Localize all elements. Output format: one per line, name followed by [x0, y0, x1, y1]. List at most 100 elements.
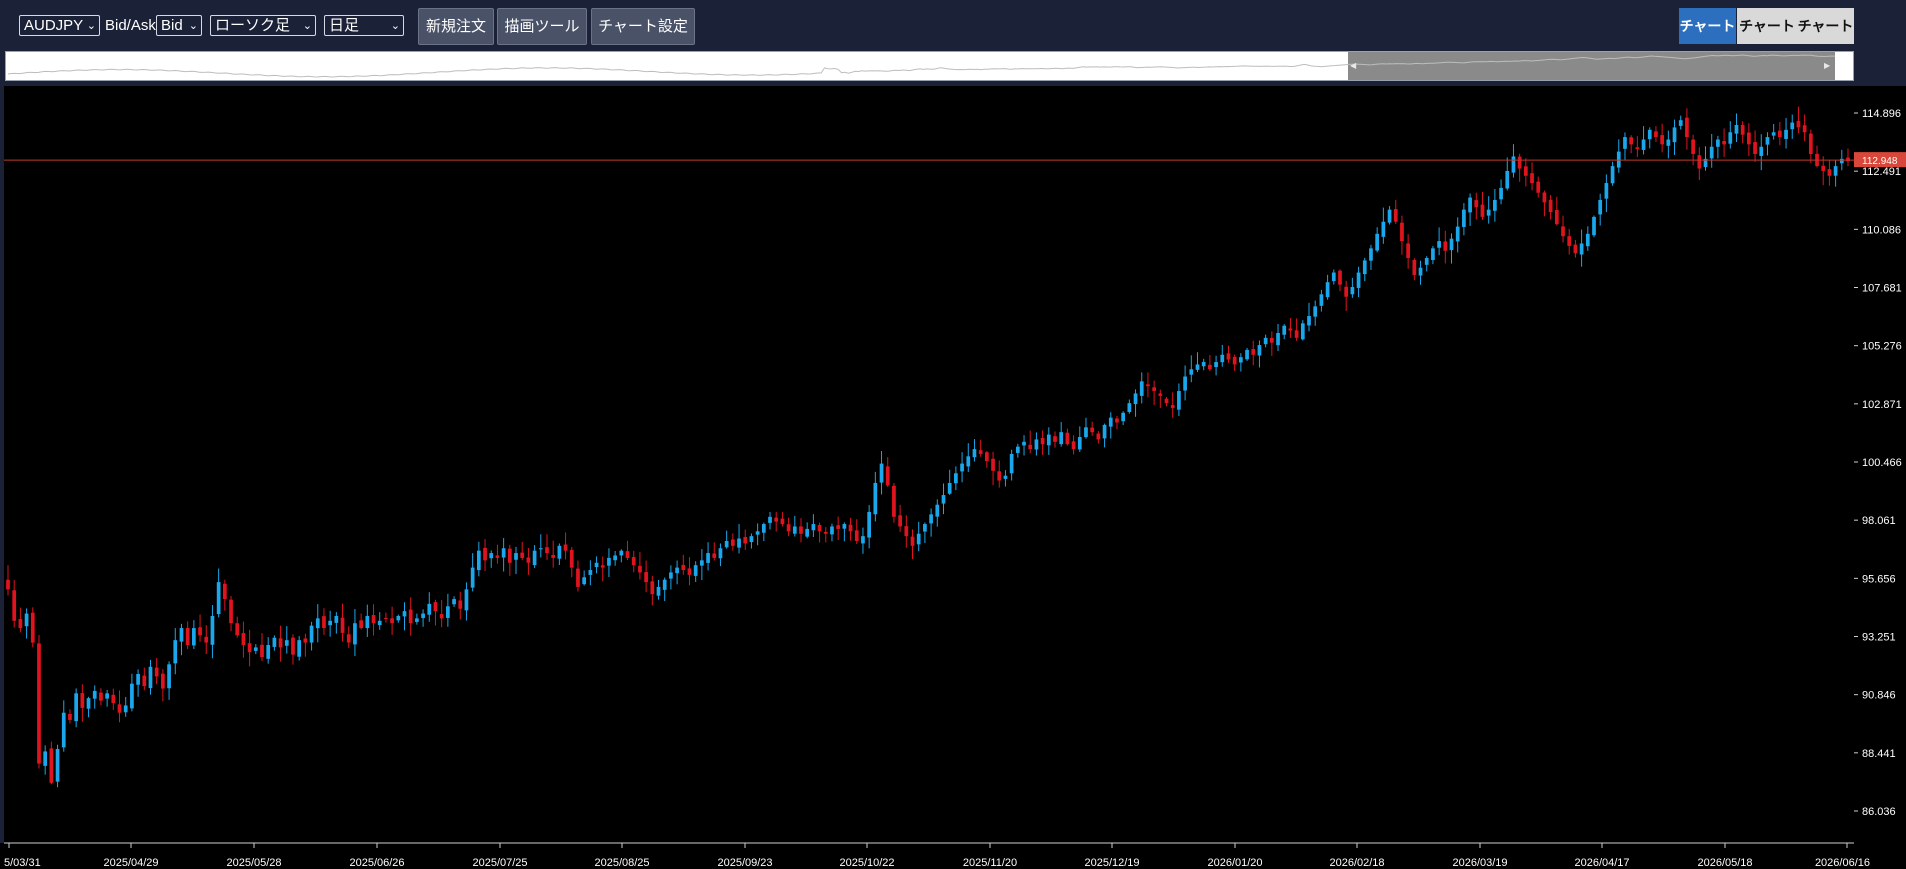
candle-body — [1592, 216, 1596, 236]
navigator-overview-line — [7, 54, 1835, 78]
candle-body — [718, 548, 723, 559]
candle-body — [92, 690, 97, 699]
candle-body — [371, 615, 376, 624]
tab-chart-2[interactable]: チャート2 — [1737, 8, 1797, 70]
candle-body — [470, 567, 475, 588]
candle-body — [1263, 337, 1268, 345]
candle-body — [1245, 349, 1249, 360]
new-order-button[interactable]: 新規注文 — [418, 8, 494, 45]
candle-body — [916, 533, 921, 545]
candle-body — [1610, 166, 1615, 184]
x-tick-label: 2026/02/18 — [1329, 857, 1384, 869]
candle-body — [823, 531, 828, 534]
candlestick-chart-svg[interactable]: 114.896 112.491 110.086 107.681 105.276 102.8… — [0, 86, 1906, 869]
candle-body — [1350, 287, 1355, 295]
drawing-tools-button[interactable]: 描画ツール — [497, 8, 587, 45]
x-tick-label: 5/03/31 — [4, 857, 41, 869]
candle-body — [1232, 356, 1237, 365]
candle-body — [1077, 436, 1082, 450]
candle-body — [322, 616, 326, 629]
candle-body — [1666, 139, 1671, 146]
candle-body — [111, 694, 116, 704]
candle-body — [1685, 117, 1689, 138]
candle-body — [1294, 330, 1299, 338]
chart-navigator[interactable]: ◀ ▶ — [5, 51, 1854, 81]
candle-body — [1325, 282, 1330, 298]
candle-body — [272, 637, 277, 647]
candle-body — [607, 557, 611, 566]
candle-body — [1170, 405, 1175, 408]
candle-body — [458, 600, 463, 609]
candle-body — [1208, 364, 1212, 370]
candle-body — [885, 466, 890, 486]
candle-body — [1300, 323, 1305, 340]
candle-body — [1115, 418, 1119, 423]
candle-body — [1505, 170, 1510, 189]
candle-body — [619, 550, 624, 556]
candle-body — [613, 555, 617, 561]
toolbar: AUDJPY ⌄ Bid/Ask Bid ⌄ ローソク足 ⌄ 日足 ⌄ 新規注文… — [0, 0, 1906, 70]
tab-chart-1[interactable]: チャート1 — [1679, 8, 1736, 70]
candle-body — [1709, 146, 1714, 159]
candle-body — [1623, 137, 1627, 149]
price-label: Bid/Ask — [105, 17, 156, 34]
candle-body — [1493, 199, 1497, 211]
candle-body — [1808, 133, 1813, 155]
candle-body — [1616, 151, 1621, 168]
candle-body — [1511, 156, 1516, 173]
candle-body — [1009, 453, 1014, 474]
candle-body — [879, 463, 884, 483]
candle-body — [1251, 349, 1256, 355]
candle-body — [1548, 199, 1553, 213]
price-side-select[interactable]: Bid ⌄ — [156, 15, 202, 36]
candle-body — [1449, 238, 1454, 251]
triangle-left-icon[interactable]: ◀ — [1350, 61, 1356, 70]
candle-body — [421, 613, 425, 619]
candle-body — [954, 473, 958, 484]
candle-body — [353, 623, 357, 645]
candle-body — [638, 565, 642, 573]
candle-body — [483, 547, 487, 561]
candle-body — [817, 524, 822, 532]
candle-body — [99, 692, 103, 701]
candle-body — [1387, 209, 1392, 223]
timeframe-select[interactable]: 日足 ⌄ — [324, 15, 404, 36]
candle-body — [1090, 427, 1095, 433]
candle-body — [1697, 155, 1702, 169]
candle-body — [693, 565, 698, 576]
candle-body — [68, 713, 72, 720]
chart-settings-button[interactable]: チャート設定 — [591, 8, 695, 45]
candle-body — [1641, 139, 1646, 150]
candle-body — [1226, 353, 1231, 360]
triangle-right-icon[interactable]: ▶ — [1824, 61, 1830, 70]
tab-chart-3[interactable]: チャート3 — [1797, 8, 1854, 70]
candle-body — [222, 583, 227, 600]
candle-body — [402, 611, 407, 617]
chevron-down-icon: ⌄ — [86, 20, 96, 32]
candle-body — [136, 674, 140, 685]
symbol-select[interactable]: AUDJPY ⌄ — [19, 15, 100, 36]
candle-body — [799, 526, 803, 534]
candle-body — [253, 647, 258, 651]
candle-body — [204, 636, 209, 643]
candle-body — [291, 637, 295, 655]
y-tick-label: 105.276 — [1862, 341, 1902, 353]
candle-body — [1046, 434, 1051, 446]
candle-body — [892, 485, 896, 517]
candle-body — [1406, 243, 1410, 259]
price-chart[interactable]: 114.896 112.491 110.086 107.681 105.276 102.8… — [0, 86, 1906, 869]
candle-body — [80, 693, 85, 708]
candle-body — [625, 551, 630, 558]
candle-body — [730, 539, 735, 546]
chevron-down-icon: ⌄ — [390, 20, 400, 32]
candle-body — [737, 538, 741, 548]
candle-body — [947, 482, 952, 494]
chart-type-select[interactable]: ローソク足 ⌄ — [210, 15, 316, 36]
candle-body — [1102, 424, 1107, 439]
candle-body — [390, 618, 394, 624]
candle-body — [415, 618, 419, 622]
candle-body — [749, 536, 754, 543]
candle-body — [923, 524, 927, 532]
candle-body — [526, 557, 531, 563]
candle-body — [1480, 204, 1485, 217]
